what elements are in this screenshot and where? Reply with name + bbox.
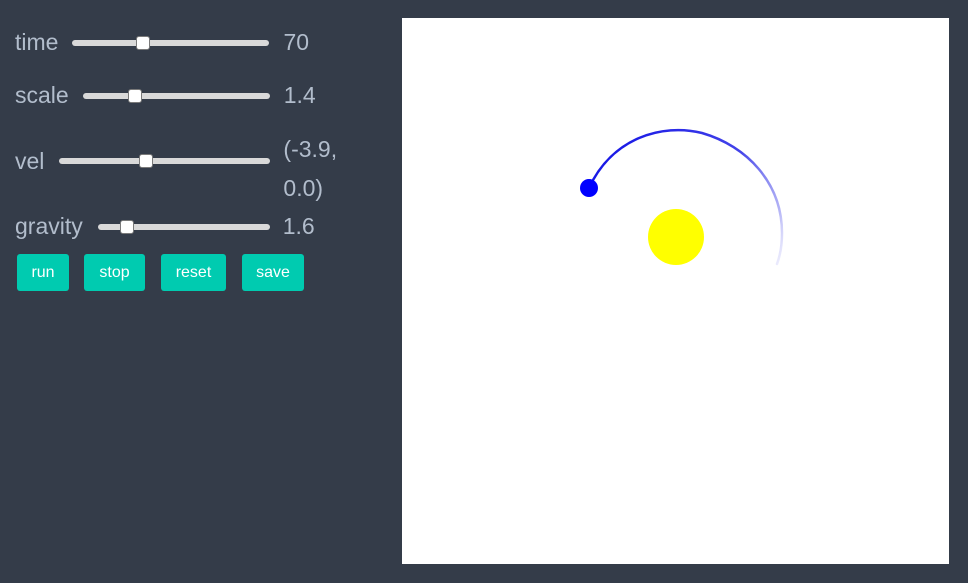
time-label: time: [15, 29, 59, 55]
vel-slider-thumb[interactable]: [138, 154, 153, 168]
time-control: time 70: [15, 29, 309, 56]
vel-slider[interactable]: [59, 149, 271, 173]
time-value: 70: [283, 29, 310, 55]
simulation-canvas[interactable]: [402, 18, 949, 564]
scale-value: 1.4: [283, 82, 316, 108]
gravity-slider-thumb[interactable]: [119, 219, 134, 234]
planet-icon: [580, 179, 598, 197]
run-button[interactable]: run: [17, 254, 69, 291]
time-slider-track[interactable]: [72, 39, 270, 46]
scale-slider-track[interactable]: [82, 92, 270, 99]
reset-button[interactable]: reset: [161, 254, 226, 291]
save-button[interactable]: save: [242, 254, 304, 291]
vel-label: vel: [15, 148, 45, 174]
scale-label: scale: [15, 82, 69, 108]
vel-value: (-3.9, 0.0): [283, 136, 338, 201]
scale-slider[interactable]: [82, 84, 270, 108]
time-slider[interactable]: [72, 31, 270, 55]
vel-control: vel (-3.9, 0.0): [15, 130, 353, 208]
gravity-value: 1.6: [282, 213, 315, 239]
gravity-slider[interactable]: [97, 215, 270, 239]
time-slider-thumb[interactable]: [136, 35, 151, 50]
gravity-control: gravity 1.6: [15, 213, 315, 240]
stop-button[interactable]: stop: [84, 254, 145, 291]
gravity-label: gravity: [15, 213, 83, 239]
orbit-simulator: time 70 scale 1.4 vel (-3.9, 0.0) gravit…: [0, 0, 968, 583]
simulation-svg: [580, 128, 784, 266]
scale-control: scale 1.4: [15, 82, 316, 109]
scale-slider-thumb[interactable]: [128, 88, 143, 103]
button-bar: run stop reset save: [17, 254, 304, 291]
vel-slider-track[interactable]: [59, 158, 271, 164]
sun-icon: [648, 209, 704, 265]
